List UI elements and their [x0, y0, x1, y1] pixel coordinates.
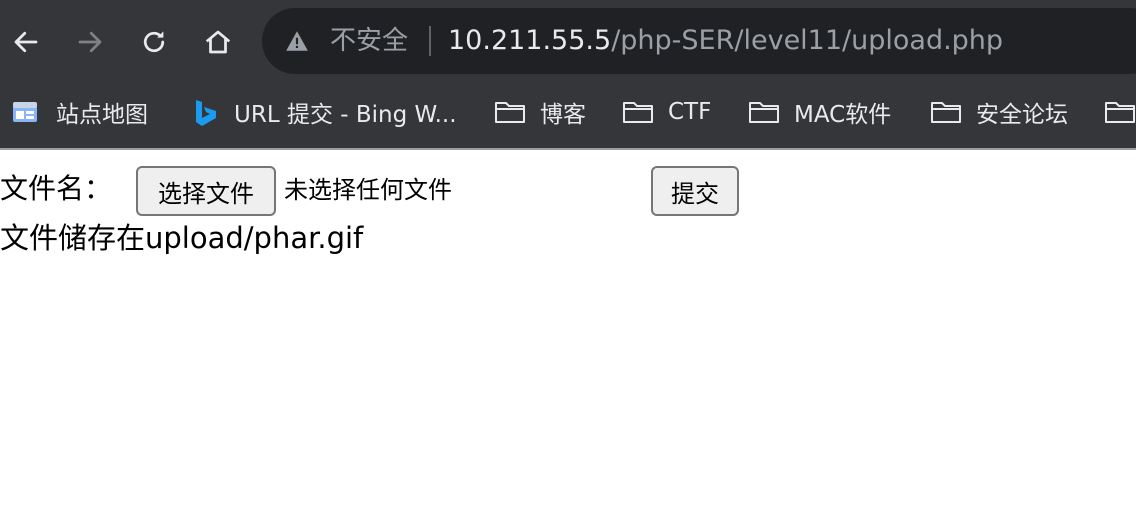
- url-host: 10.211.55.5: [448, 25, 612, 56]
- bookmark-folder-mac[interactable]: MAC软件: [748, 94, 891, 130]
- bookmark-folder-ctf[interactable]: CTF: [622, 94, 711, 130]
- folder-icon: [622, 98, 654, 126]
- bookmark-label: CTF: [668, 99, 712, 125]
- address-separator: [429, 26, 431, 56]
- home-button[interactable]: [198, 22, 238, 62]
- browser-toolbar: 不安全 10.211.55.5/php-SER/level11/upload.p…: [0, 0, 1136, 84]
- bookmark-folder-forum[interactable]: 安全论坛: [930, 94, 1068, 130]
- arrow-right-icon: [78, 31, 102, 53]
- bookmarks-bar: 站点地图 URL 提交 - Bing W... 博客 CTF MAC软件 安全论…: [0, 84, 1136, 140]
- back-button[interactable]: [6, 22, 46, 62]
- bookmark-folder-overflow[interactable]: [1104, 94, 1136, 130]
- url-path: /php-SER/level11/upload.php: [611, 25, 1004, 56]
- upload-result-text: 文件储存在upload/phar.gif: [0, 221, 364, 255]
- submit-button[interactable]: 提交: [651, 166, 739, 216]
- security-label[interactable]: 不安全: [330, 22, 408, 60]
- forward-button[interactable]: [70, 22, 110, 62]
- bookmark-label: 安全论坛: [976, 102, 1068, 128]
- folder-icon: [930, 98, 962, 126]
- bookmark-label: URL 提交 - Bing W...: [234, 102, 457, 128]
- bookmark-folder-blog[interactable]: 博客: [494, 94, 586, 130]
- bookmark-sitemap[interactable]: 站点地图: [10, 94, 148, 130]
- folder-icon: [494, 98, 526, 126]
- reload-icon: [143, 31, 165, 53]
- file-name-label: 文件名：: [0, 172, 113, 205]
- arrow-left-icon: [14, 31, 38, 53]
- bing-icon: [188, 98, 220, 126]
- bookmark-label: 站点地图: [56, 102, 148, 128]
- home-icon: [205, 30, 231, 54]
- browser-chrome: 不安全 10.211.55.5/php-SER/level11/upload.p…: [0, 0, 1136, 150]
- no-file-chosen-text: 未选择任何文件: [284, 176, 452, 204]
- folder-icon: [748, 98, 780, 126]
- page-content: 文件名： 选择文件 未选择任何文件 提交 文件储存在upload/phar.gi…: [0, 150, 1136, 524]
- bookmark-label: MAC软件: [794, 102, 892, 128]
- bookmark-label: 博客: [540, 102, 586, 128]
- choose-file-button[interactable]: 选择文件: [136, 166, 276, 216]
- reload-button[interactable]: [134, 22, 174, 62]
- warning-triangle-icon[interactable]: [284, 28, 310, 54]
- url-text[interactable]: 10.211.55.5/php-SER/level11/upload.php: [448, 22, 1003, 60]
- folder-icon: [1104, 98, 1136, 126]
- bookmark-bing[interactable]: URL 提交 - Bing W...: [188, 94, 457, 130]
- address-bar[interactable]: 不安全 10.211.55.5/php-SER/level11/upload.p…: [262, 8, 1136, 74]
- sitemap-icon: [10, 98, 42, 126]
